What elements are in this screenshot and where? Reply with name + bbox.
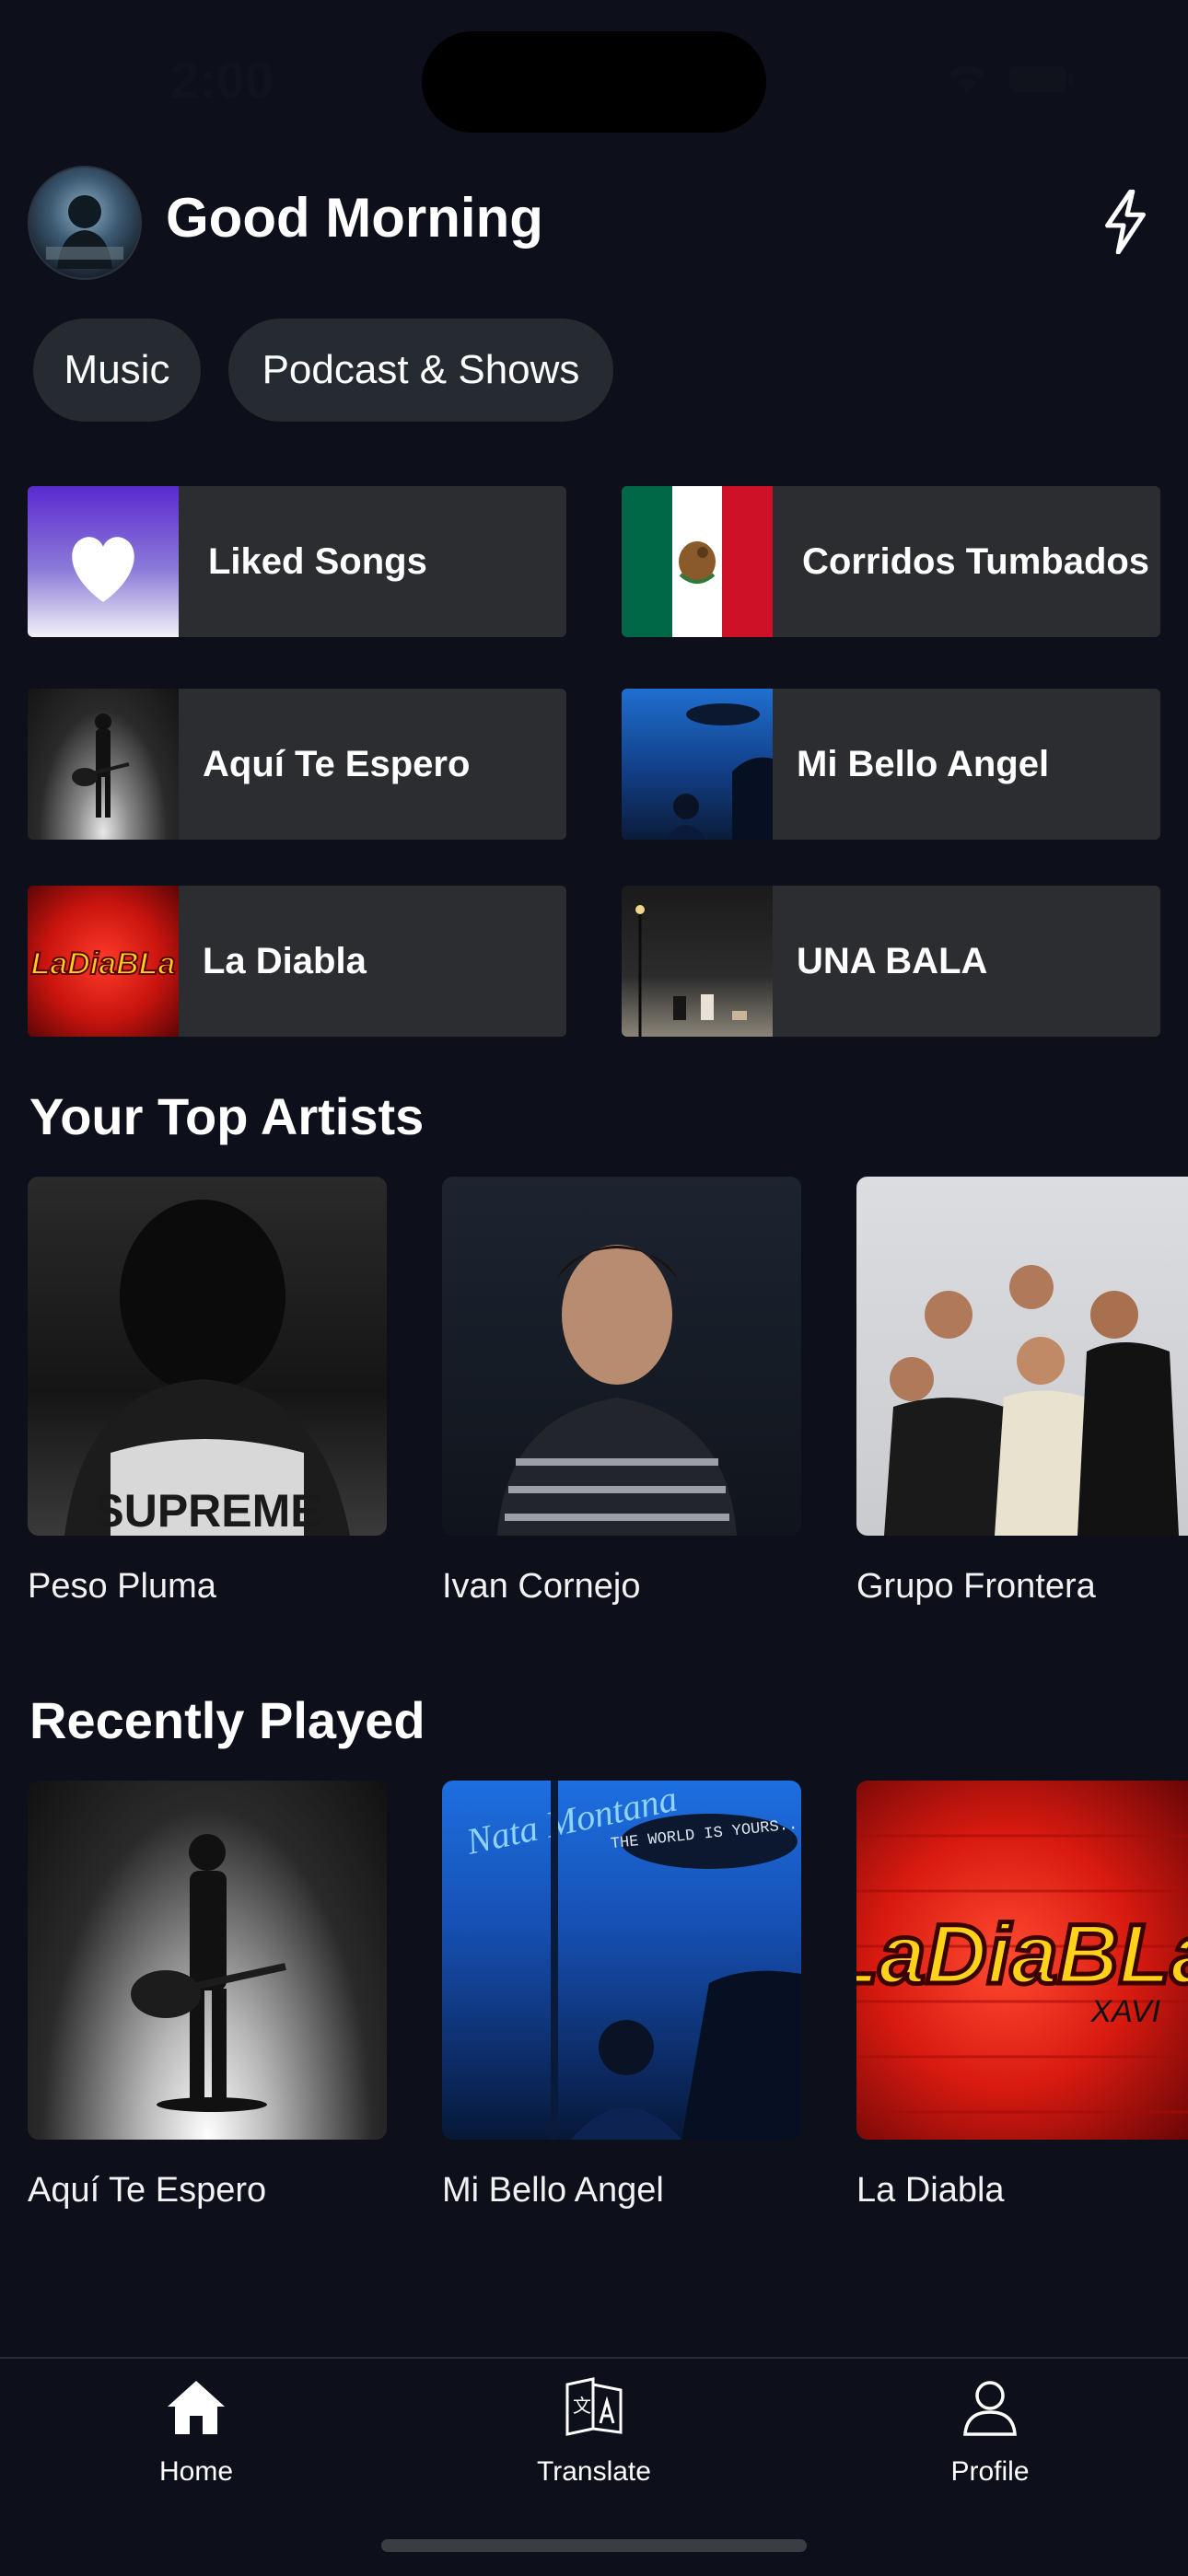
lightning-icon[interactable] (1101, 190, 1149, 254)
nav-profile-label: Profile (950, 2456, 1030, 2487)
artist-card-peso-pluma[interactable]: SUPREME (28, 1177, 387, 1536)
shortcut-una-bala[interactable]: UNA BALA (622, 886, 1160, 1037)
shortcut-la-diabla[interactable]: LaDiaBLa La Diabla (28, 886, 566, 1037)
nav-profile[interactable]: Profile (852, 2375, 1128, 2488)
shortcut-label: Mi Bello Angel (797, 744, 1050, 784)
la-diabla-cover: LaDiaBLa XAVI (856, 1834, 1188, 2114)
shortcut-corridos-tumbados[interactable]: Corridos Tumbados (622, 486, 1160, 637)
recent-title: Aquí Te Espero (28, 2171, 267, 2210)
artist-name: Grupo Frontera (856, 1567, 1096, 1606)
la-diabla-art: LaDiaBLa (28, 886, 179, 1037)
svg-text:文: 文 (573, 2395, 591, 2417)
shortcut-label: Liked Songs (208, 541, 427, 582)
peso-pluma-image: SUPREME (64, 1200, 350, 1536)
aqui-te-espero-cover (131, 1834, 286, 2112)
artist-card-grupo-frontera[interactable] (856, 1177, 1188, 1536)
recent-card-aqui-te-espero[interactable] (28, 1781, 387, 2140)
mi-bello-angel-cover: Nata Montana THE WORLD IS YOURS... (462, 1781, 801, 2140)
shortcut-liked-songs[interactable]: Liked Songs (28, 486, 566, 637)
profile-icon (963, 2381, 1017, 2436)
aqui-te-espero-art (28, 689, 179, 840)
ivan-cornejo-image (497, 1245, 737, 1536)
una-bala-art (622, 886, 773, 1037)
home-icon (168, 2381, 225, 2434)
status-time: 2:00 (170, 51, 274, 109)
nav-home-label: Home (158, 2456, 234, 2487)
svg-text:LaDiaBLa: LaDiaBLa (856, 1908, 1188, 2002)
recent-card-la-diabla[interactable]: LaDiaBLa XAVI (856, 1781, 1188, 2140)
status-icons (949, 65, 1074, 92)
chip-music[interactable]: Music (33, 319, 201, 422)
shortcut-label: Corridos Tumbados (802, 541, 1150, 582)
dynamic-island (422, 31, 766, 133)
user-avatar[interactable] (28, 166, 142, 280)
heart-icon (72, 537, 134, 602)
chip-podcast-shows[interactable]: Podcast & Shows (228, 319, 613, 422)
recent-title: La Diabla (856, 2171, 1005, 2210)
shortcut-aqui-te-espero[interactable]: Aquí Te Espero (28, 689, 566, 840)
nav-home[interactable]: Home (58, 2375, 334, 2488)
shortcut-label: Aquí Te Espero (203, 744, 471, 784)
grupo-frontera-image (884, 1265, 1179, 1536)
artist-name: Ivan Cornejo (442, 1567, 641, 1606)
mi-bello-angel-art (622, 689, 773, 840)
nav-translate-label: Translate (537, 2456, 651, 2487)
svg-text:SUPREME: SUPREME (93, 1485, 320, 1536)
greeting-title: Good Morning (166, 187, 543, 249)
svg-text:LaDiaBLa: LaDiaBLa (31, 946, 176, 981)
recent-title: Mi Bello Angel (442, 2171, 664, 2210)
mexico-flag-art (622, 486, 773, 637)
home-indicator[interactable] (381, 2539, 807, 2552)
liked-songs-art (28, 486, 179, 637)
recently-played-title: Recently Played (29, 1691, 425, 1749)
svg-text:XAVI: XAVI (1089, 1994, 1160, 2029)
recent-card-mi-bello-angel[interactable]: Nata Montana THE WORLD IS YOURS... (442, 1781, 801, 2140)
top-artists-title: Your Top Artists (29, 1087, 425, 1145)
artist-name: Peso Pluma (28, 1567, 216, 1606)
translate-icon: 文 (565, 2377, 623, 2436)
shortcut-label: UNA BALA (797, 941, 988, 981)
nav-translate[interactable]: 文 Translate (456, 2375, 732, 2488)
shortcut-mi-bello-angel[interactable]: Mi Bello Angel (622, 689, 1160, 840)
shortcut-label: La Diabla (203, 941, 367, 981)
artist-card-ivan-cornejo[interactable] (442, 1177, 801, 1536)
